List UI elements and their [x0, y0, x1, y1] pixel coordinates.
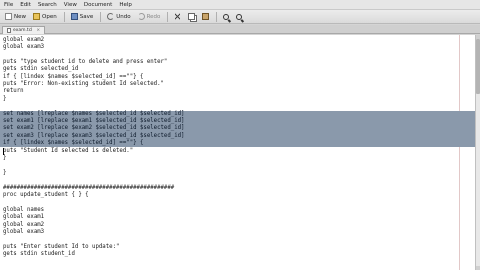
code-line[interactable]: set exam3 [lreplace $exam3 $selected_id … — [0, 132, 475, 141]
open-button[interactable]: Open — [30, 11, 60, 23]
paste-icon — [202, 13, 210, 20]
document-icon — [7, 28, 11, 33]
menu-bar: File Edit Search View Document Help — [0, 0, 480, 10]
toolbar-separator — [100, 11, 102, 22]
toolbar: New Open Save Undo Redo — [0, 10, 480, 24]
document-tab-bar: exam.tcl × — [0, 25, 480, 34]
undo-icon — [107, 13, 115, 20]
save-icon — [70, 13, 78, 20]
code-line[interactable]: global names — [0, 207, 475, 214]
code-line[interactable]: if { [lindex $names $selected_id] ==""} … — [0, 74, 475, 81]
code-line[interactable]: global exam3 — [0, 229, 475, 236]
code-line[interactable]: set exam2 [lreplace $exam2 $selected_id … — [0, 125, 475, 133]
code-line[interactable]: puts "Error: Non-existing student Id sel… — [0, 81, 475, 88]
new-document-icon — [5, 13, 12, 20]
new-button[interactable]: New — [2, 11, 29, 23]
code-line[interactable]: return — [0, 88, 475, 95]
open-label: Open — [42, 13, 57, 20]
code-line[interactable] — [0, 266, 475, 270]
toolbar-separator — [216, 11, 218, 22]
code-line[interactable]: ########################################… — [0, 185, 475, 192]
text-editor-window: File Edit Search View Document Help New … — [0, 0, 480, 270]
code-line[interactable] — [0, 199, 475, 206]
code-line[interactable]: proc update_student { } { — [0, 192, 475, 199]
tab-label: exam.tcl — [13, 28, 33, 33]
new-label: New — [14, 13, 26, 20]
find-replace-button[interactable] — [233, 11, 245, 23]
redo-icon — [137, 13, 145, 20]
folder-open-icon — [33, 13, 40, 20]
find-replace-icon — [236, 13, 243, 20]
code-line[interactable] — [0, 259, 475, 266]
undo-label: Undo — [116, 13, 131, 20]
code-line[interactable]: } — [0, 155, 475, 162]
code-line[interactable]: puts "Enter student Id to update:" — [0, 244, 475, 251]
vertical-scrollbar[interactable] — [475, 35, 480, 270]
tab-exam-tcl[interactable]: exam.tcl × — [2, 26, 46, 34]
toolbar-separator — [63, 11, 65, 22]
code-line[interactable]: } — [0, 96, 475, 103]
redo-button[interactable]: Redo — [135, 11, 164, 23]
code-line[interactable]: puts "Student Id selected is deleted." — [0, 148, 475, 155]
code-line[interactable] — [0, 103, 475, 110]
code-line[interactable] — [0, 51, 475, 58]
code-line[interactable] — [0, 236, 475, 243]
text-caret — [3, 147, 4, 155]
code-editor[interactable]: global exam2 global exam3 puts "type stude… — [0, 35, 475, 270]
toolbar-separator — [167, 11, 169, 22]
menu-edit[interactable]: Edit — [20, 0, 31, 10]
paste-button[interactable] — [199, 11, 212, 23]
code-line[interactable] — [0, 162, 475, 169]
menu-document[interactable]: Document — [84, 0, 113, 10]
save-label: Save — [79, 13, 94, 20]
scissors-icon — [174, 13, 181, 20]
code-line[interactable]: global exam2 — [0, 222, 475, 229]
code-line[interactable]: global exam1 — [0, 214, 475, 221]
undo-button[interactable]: Undo — [104, 11, 133, 23]
scrollbar-thumb[interactable] — [476, 39, 480, 94]
copy-icon — [188, 13, 196, 20]
cut-button[interactable] — [171, 11, 184, 23]
code-line[interactable]: set names [lreplace $names $selected_id … — [0, 110, 475, 118]
menu-file[interactable]: File — [4, 0, 13, 10]
code-line[interactable]: global exam3 — [0, 44, 475, 51]
redo-label: Redo — [146, 13, 161, 20]
code-line[interactable]: puts "type student id to delete and pres… — [0, 59, 475, 66]
scroll-down-arrow[interactable] — [476, 266, 480, 270]
code-line[interactable]: gets stdin selected_id — [0, 66, 475, 73]
search-icon — [223, 13, 230, 20]
close-tab-icon[interactable]: × — [36, 28, 40, 33]
save-button[interactable]: Save — [68, 11, 97, 23]
code-line[interactable]: set exam1 [lreplace $exam1 $selected_id … — [0, 117, 475, 126]
menu-view[interactable]: View — [64, 0, 77, 10]
copy-button[interactable] — [185, 11, 198, 23]
code-line[interactable]: global exam2 — [0, 37, 475, 44]
menu-search[interactable]: Search — [38, 0, 57, 10]
code-line[interactable] — [0, 177, 475, 184]
code-line[interactable]: gets stdin student_id — [0, 251, 475, 258]
code-line[interactable]: } — [0, 170, 475, 177]
find-button[interactable] — [220, 11, 232, 23]
menu-help[interactable]: Help — [119, 0, 132, 10]
code-line[interactable]: if { [lindex $names $selected_id] ==""} … — [0, 140, 475, 148]
